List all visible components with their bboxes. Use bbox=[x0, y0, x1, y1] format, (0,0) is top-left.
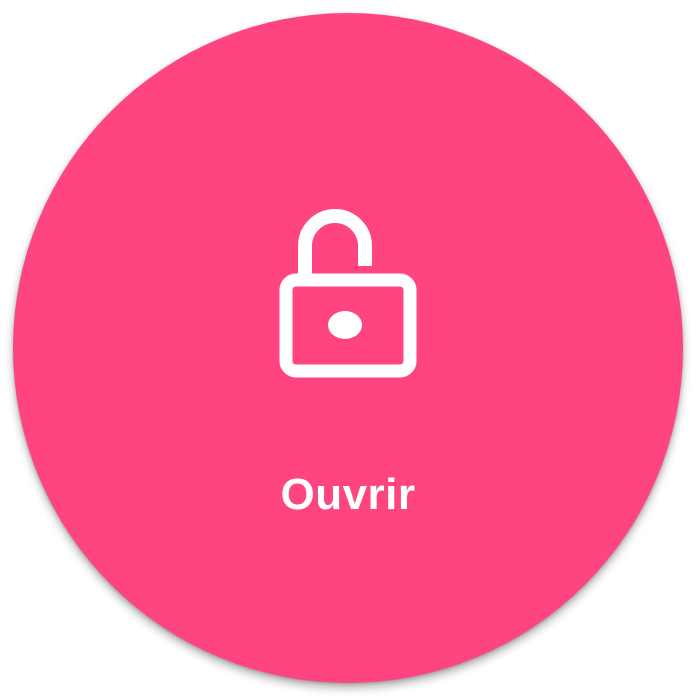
stage: Ouvrir bbox=[0, 0, 696, 696]
button-label: Ouvrir bbox=[280, 470, 416, 519]
unlocked-padlock-icon bbox=[263, 204, 423, 384]
